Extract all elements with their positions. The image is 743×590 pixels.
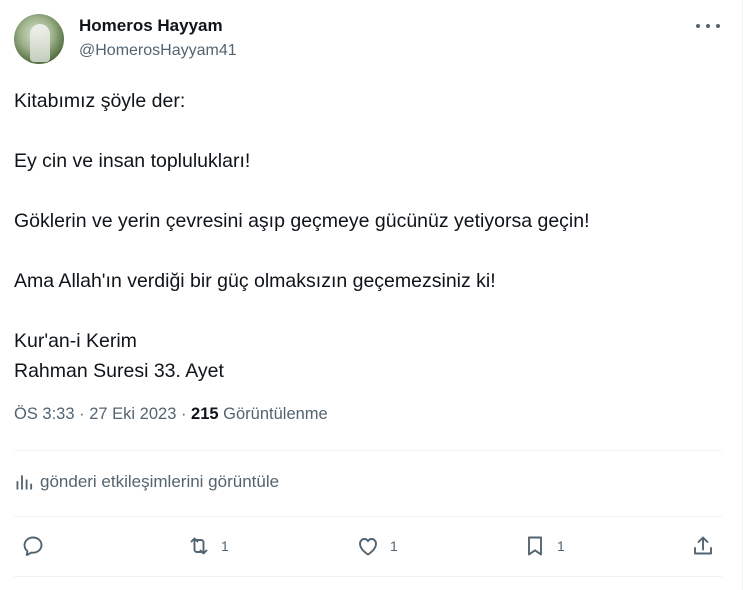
meta-separator: · — [79, 405, 90, 423]
repost-icon — [190, 537, 208, 555]
divider — [14, 450, 722, 451]
tweet-time[interactable]: ÖS 3:33 — [14, 405, 79, 423]
views-label: Görüntülenme — [223, 405, 328, 423]
view-engagements-link[interactable]: gönderi etkileşimlerini görüntüle — [14, 472, 279, 492]
more-dot-icon — [696, 24, 700, 28]
tweet-meta: ÖS 3:33 · 27 Eki 2023 · 215 Görüntülenme — [14, 405, 328, 424]
tweet-date[interactable]: 27 Eki 2023 — [89, 405, 181, 423]
like-button[interactable]: 1 — [356, 530, 398, 562]
avatar-figure — [30, 24, 50, 62]
avatar[interactable] — [14, 14, 64, 64]
reply-icon — [23, 536, 43, 556]
share-button[interactable] — [691, 530, 715, 562]
action-bar: 1 1 1 — [0, 530, 743, 562]
tweet-line: Göklerin ve yerin çevresini aşıp geçmeye… — [14, 210, 590, 232]
more-dot-icon — [716, 24, 720, 28]
tweet-detail: Homeros Hayyam @HomerosHayyam41 Kitabımı… — [0, 0, 743, 590]
meta-separator: · — [180, 405, 192, 423]
tweet-line: Ama Allah'ın verdiği bir güç olmaksızın … — [14, 270, 496, 292]
bookmark-icon — [528, 536, 542, 556]
reply-button[interactable] — [21, 530, 55, 562]
repost-count: 1 — [221, 538, 229, 554]
heart-icon — [359, 538, 377, 556]
author-handle[interactable]: @HomerosHayyam41 — [79, 42, 237, 60]
like-count: 1 — [390, 538, 398, 554]
more-options-button[interactable] — [696, 16, 720, 36]
tweet-line: Ey cin ve insan toplulukları! — [14, 150, 251, 172]
bookmark-button[interactable]: 1 — [523, 530, 565, 562]
view-engagements-label: gönderi etkileşimlerini görüntüle — [40, 472, 280, 491]
author-display-name[interactable]: Homeros Hayyam — [79, 16, 223, 36]
divider — [14, 576, 722, 577]
tweet-line: Kur'an-i Kerim — [14, 330, 137, 352]
more-dot-icon — [706, 24, 710, 28]
analytics-icon — [16, 475, 33, 490]
share-icon — [694, 536, 712, 555]
repost-button[interactable]: 1 — [187, 530, 229, 562]
tweet-line: Rahman Suresi 33. Ayet — [14, 360, 224, 382]
views-count: 215 — [191, 405, 224, 423]
tweet-text: Kitabımız şöyle der: Ey cin ve insan top… — [14, 86, 714, 386]
bookmark-count: 1 — [557, 538, 565, 554]
tweet-line: Kitabımız şöyle der: — [14, 90, 186, 112]
divider — [14, 516, 722, 517]
